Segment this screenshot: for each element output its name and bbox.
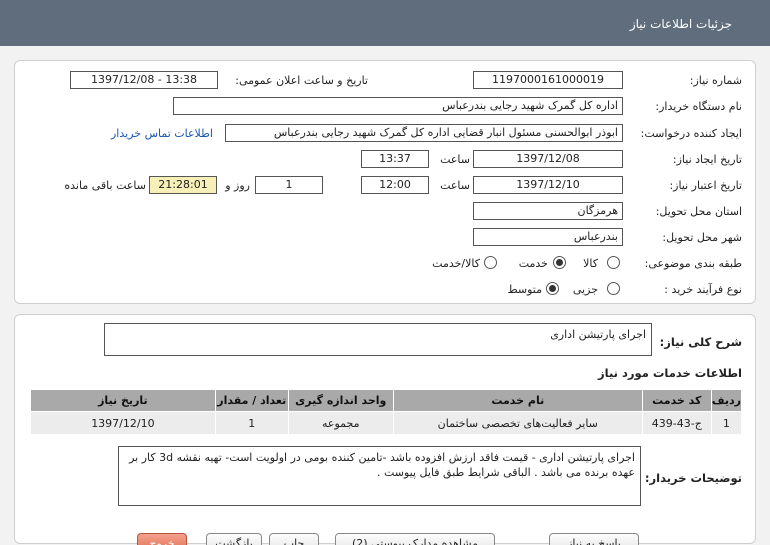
- category-service-label: خدمت: [518, 257, 548, 270]
- validity-time-field: 12:00: [361, 176, 429, 194]
- process-radio-minor[interactable]: [607, 282, 620, 295]
- category-label: طبقه بندی موضوعی:: [644, 257, 742, 270]
- city-field: بندرعباس: [473, 228, 623, 246]
- category-radio-service[interactable]: [553, 256, 566, 269]
- cell-unit: مجموعه: [287, 411, 394, 435]
- reply-button[interactable]: پاسخ به نیاز: [549, 533, 639, 545]
- col-row-number: ردیف: [710, 389, 743, 412]
- requester-field: ابوذر ابوالحسنی مسئول انبار قضایی اداره …: [225, 124, 623, 142]
- created-date-label: تاریخ ایجاد نیاز:: [672, 153, 742, 166]
- cell-quantity: 1: [214, 411, 289, 435]
- province-label: استان محل تحویل:: [655, 205, 742, 218]
- back-button[interactable]: بازگشت: [206, 533, 262, 545]
- announce-field: 1397/12/08 - 13:38: [70, 71, 218, 89]
- window-title: جزئیات اطلاعات نیاز: [629, 17, 732, 31]
- col-quantity: تعداد / مقدار: [214, 389, 289, 412]
- view-attachments-button[interactable]: مشاهده مدارک پیوستی (2): [335, 533, 495, 545]
- announce-label: تاریخ و ساعت اعلان عمومی:: [235, 74, 368, 87]
- window-titlebar: جزئیات اطلاعات نیاز: [0, 0, 770, 46]
- cell-service-name: سایر فعالیت‌های تخصصی ساختمان: [392, 411, 643, 435]
- buyer-notes-field: اجرای پارتیشن اداری - قیمت فاقد ارزش افز…: [118, 446, 641, 506]
- buyer-org-label: نام دستگاه خریدار:: [655, 100, 742, 113]
- validity-date-label: تاریخ اعتبار نیاز:: [669, 179, 742, 192]
- remaining-time-field: 21:28:01: [149, 176, 217, 194]
- need-number-label: شماره نیاز:: [689, 74, 742, 87]
- buyer-notes-label: توضیحات خریدار:: [644, 471, 742, 485]
- days-field: 1: [255, 176, 323, 194]
- summary-field: اجرای پارتیشن اداری: [104, 323, 652, 356]
- services-header-row: ردیف کد خدمت نام خدمت واحد اندازه گیری ت…: [30, 389, 743, 412]
- cell-row-number: 1: [710, 411, 743, 435]
- category-radio-goods[interactable]: [607, 256, 620, 269]
- remaining-label: ساعت باقی مانده: [64, 179, 146, 192]
- province-field: هرمزگان: [473, 202, 623, 220]
- services-table: ردیف کد خدمت نام خدمت واحد اندازه گیری ت…: [30, 389, 743, 435]
- exit-button[interactable]: خروج: [137, 533, 187, 545]
- services-heading: اطلاعات خدمات مورد نیاز: [598, 366, 742, 380]
- summary-label: شرح کلی نیاز:: [659, 335, 742, 349]
- need-number-field: 1197000161000019: [473, 71, 623, 89]
- contact-info-link[interactable]: اطلاعات تماس خریدار: [111, 127, 213, 140]
- validity-time-label: ساعت: [440, 179, 470, 192]
- days-label: روز و: [225, 179, 250, 192]
- cell-need-date: 1397/12/10: [30, 411, 216, 435]
- process-medium-label: متوسط: [507, 283, 542, 296]
- col-unit: واحد اندازه گیری: [287, 389, 394, 412]
- col-service-code: کد خدمت: [641, 389, 712, 412]
- col-need-date: تاریخ نیاز: [30, 389, 216, 412]
- buyer-org-field: اداره کل گمرک شهید رجایی بندرعباس: [173, 97, 623, 115]
- col-service-name: نام خدمت: [392, 389, 643, 412]
- process-radio-medium[interactable]: [546, 282, 559, 295]
- category-goods-service-label: کالا/خدمت: [432, 257, 480, 270]
- created-time-field: 13:37: [361, 150, 429, 168]
- process-minor-label: جزیی: [572, 283, 598, 296]
- process-label: نوع فرآیند خرید :: [664, 283, 742, 296]
- table-row: 1 ج-43-439 سایر فعالیت‌های تخصصی ساختمان…: [30, 411, 743, 435]
- created-date-field: 1397/12/08: [473, 150, 623, 168]
- requester-label: ایجاد کننده درخواست:: [640, 127, 742, 140]
- print-button[interactable]: چاپ: [269, 533, 319, 545]
- category-radio-goods-service[interactable]: [484, 256, 497, 269]
- city-label: شهر محل تحویل:: [662, 231, 742, 244]
- validity-date-field: 1397/12/10: [473, 176, 623, 194]
- created-time-label: ساعت: [440, 153, 470, 166]
- cell-service-code: ج-43-439: [641, 411, 712, 435]
- category-goods-label: کالا: [583, 257, 598, 270]
